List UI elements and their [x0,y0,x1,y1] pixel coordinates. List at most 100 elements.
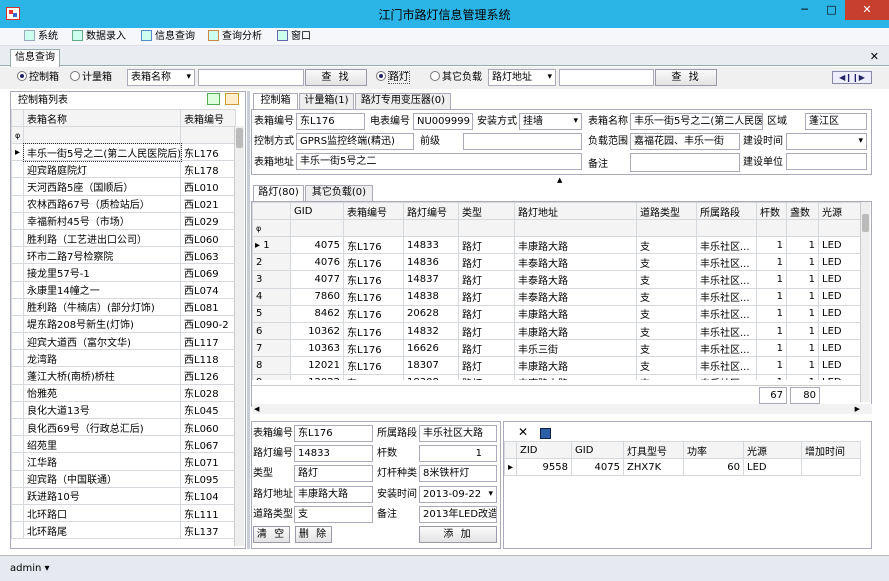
lamp-grid-scrollbar[interactable] [860,202,870,402]
area-field[interactable]: 蓬江区 [805,113,867,130]
table-row[interactable]: 胜利路（牛楠店）(部分灯饰) 西L081 [11,297,236,316]
table-cell[interactable]: 胜利路（工艺进出口公司） [23,228,181,248]
close-icon[interactable]: ✕ [870,50,879,63]
table-cell[interactable]: 支 [636,356,697,375]
table-row[interactable]: 龙湾路 西L118 [11,349,236,368]
table-cell[interactable]: 东L176 [343,235,404,255]
table-cell[interactable]: 14832 [403,321,459,341]
splitter[interactable] [247,91,250,549]
table-cell[interactable]: 路灯 [458,253,515,272]
table-cell[interactable]: 西L010 [180,177,236,196]
delete-button[interactable]: 删 除 [295,526,332,543]
menu-info-query[interactable]: 信息查询 [141,30,195,44]
table-cell[interactable]: 西L090-2 [180,314,236,334]
table-row[interactable]: 蓬江大桥(南桥)桥柱 西L126 [11,366,236,385]
install-time-select[interactable]: 2013-09-22 [419,486,497,503]
table-cell[interactable]: 路灯 [458,304,515,323]
filter-row[interactable]: φ [11,126,236,144]
table-cell[interactable]: 14833 [403,235,459,255]
left-search-button[interactable]: 查 找 [305,69,367,86]
table-row[interactable]: 8 12021 东L176 18307 路灯 丰康路大路支丰乐社区... 1 1 LED [252,356,861,375]
table-cell[interactable]: 迎宾大道西（富尔文华) [23,332,181,351]
table-cell[interactable]: 支 [636,235,697,255]
pole-count-stepper[interactable]: 1 [419,445,497,462]
table-cell[interactable]: 胜利路（牛楠店）(部分灯饰) [23,297,181,316]
table-row[interactable]: 良化西69号（行政总汇后) 东L060 [11,417,236,437]
table-row[interactable]: ▸ 9558 4075 ZHX7K 60 LED [504,457,861,477]
table-cell[interactable]: 1 [786,339,819,358]
table-cell[interactable]: 环市二路7号检察院 [23,246,181,265]
table-cell[interactable]: 西L021 [180,194,236,213]
table-cell[interactable]: 丰泰路大路 [514,253,637,272]
filter-row[interactable]: φ [252,219,861,237]
table-cell[interactable]: 2 [252,253,291,272]
table-cell[interactable]: 16626 [403,339,459,358]
table-cell[interactable]: ZHX7K [623,457,684,477]
table-cell[interactable]: 东L028 [180,383,236,402]
column-header[interactable]: 光源 [818,202,861,220]
table-cell[interactable]: 丰乐社区... [696,253,757,272]
table-cell[interactable]: LED [818,339,861,358]
table-cell[interactable]: 农林西路67号（质检站后） [23,194,181,213]
detail-remarks-field[interactable]: 2013年LED改造 [419,506,497,523]
column-header[interactable]: 盏数 [786,202,819,220]
table-cell[interactable]: 支 [636,270,697,289]
table-cell[interactable]: LED [818,356,861,375]
table-cell[interactable]: 1 [786,270,819,289]
table-cell[interactable]: 10362 [290,321,344,341]
table-cell[interactable]: LED [818,253,861,272]
table-cell[interactable]: 江华路 [23,452,181,471]
table-cell[interactable]: 丰乐社区... [696,304,757,323]
menu-window[interactable]: 窗口 [277,30,311,44]
table-row[interactable]: 7 10363 东L176 16626 路灯 丰乐三街支丰乐社区... 1 1 LED [252,339,861,358]
table-cell[interactable]: 8462 [290,304,344,323]
road-type-field[interactable]: 支 [294,506,373,523]
table-cell[interactable]: 东L111 [180,503,236,523]
maximize-button[interactable]: □ [818,0,845,20]
table-cell[interactable]: 路灯 [458,321,515,341]
lamp-address-field[interactable]: 丰康路大路 [294,486,373,503]
table-cell[interactable]: 丰乐社区... [696,339,757,358]
table-cell[interactable]: 北环路尾 [23,521,181,540]
table-cell[interactable]: 西L117 [180,332,236,351]
table-cell[interactable]: 西L081 [180,297,236,316]
table-row[interactable]: 农林西路67号（质检站后） 西L021 [11,194,236,213]
table-cell[interactable]: 7860 [290,287,344,306]
table-row[interactable]: 迎宾大道西（富尔文华) 西L117 [11,332,236,351]
table-row[interactable]: 迎宾路庭院灯 东L178 [11,160,236,179]
export-icon[interactable] [207,93,220,105]
control-method-field[interactable]: GPRS监控终端(精迅) [296,133,414,150]
table-cell[interactable]: 1 [756,356,787,375]
table-cell[interactable]: 蓬江大桥(南桥)桥柱 [23,366,181,385]
table-row[interactable]: 环市二路7号检察院 西L063 [11,246,236,265]
table-row[interactable]: 北环路尾 东L137 [11,521,236,540]
table-row[interactable]: 怡雅苑 东L028 [11,383,236,402]
table-cell[interactable]: 良化西69号（行政总汇后) [23,417,181,437]
column-header[interactable]: GID [290,202,344,220]
column-header[interactable]: 杆数 [756,202,787,220]
table-row[interactable]: 堤东路208号新生(灯饰) 西L090-2 [11,314,236,334]
table-cell[interactable]: 西L060 [180,228,236,248]
table-cell[interactable]: 西L069 [180,263,236,282]
menu-system[interactable]: 系统 [24,30,58,44]
table-cell[interactable]: 天河西路5座（国顺后） [23,177,181,196]
table-row[interactable]: 绍苑里 东L067 [11,435,236,454]
table-cell[interactable]: 1 [756,270,787,289]
table-cell[interactable]: 1 [786,321,819,341]
road-section-field[interactable]: 丰乐社区大路 [419,425,497,442]
close-button[interactable]: ✕ [845,0,889,20]
table-cell[interactable]: 14836 [403,253,459,272]
table-row[interactable]: 胜利路（工艺进出口公司） 西L060 [11,228,236,248]
left-search-input[interactable] [198,69,304,86]
table-cell[interactable]: 1 [786,356,819,375]
table-cell[interactable]: 丰乐社区... [696,356,757,375]
table-cell[interactable]: LED [818,235,861,255]
table-cell[interactable]: 绍苑里 [23,435,181,454]
table-cell[interactable]: 4075 [290,235,344,255]
table-cell[interactable]: 东L176 [343,270,404,289]
upstream-field[interactable] [463,133,582,150]
box-id-field[interactable]: 东L176 [296,113,365,130]
right-field-select[interactable]: 路灯地址 [488,69,556,86]
detail-box-id-field[interactable]: 东L176 [294,425,373,442]
table-row[interactable]: ▸ 1 4075 东L176 14833 路灯 丰康路大路支丰乐社区... 1 1 LED [252,235,861,255]
